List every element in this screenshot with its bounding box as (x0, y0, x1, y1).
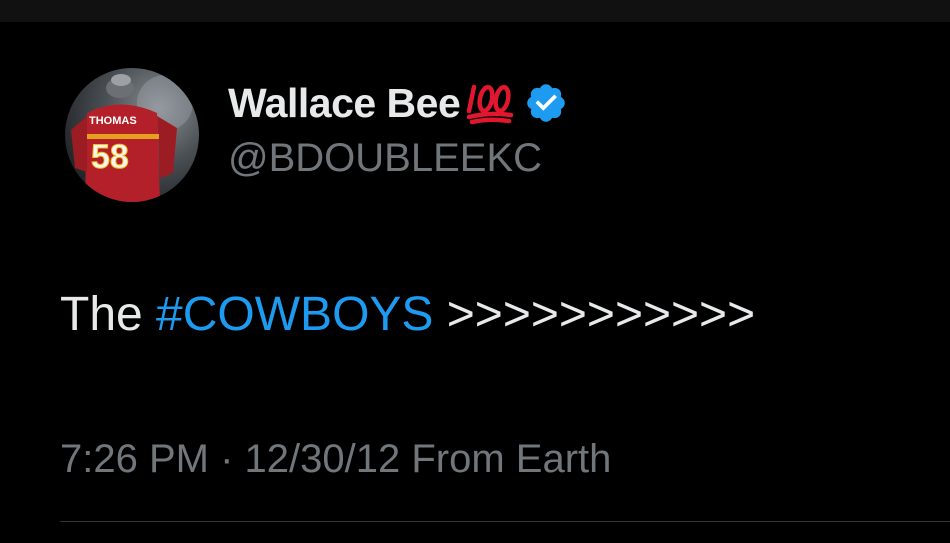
verified-badge-icon[interactable] (524, 81, 568, 125)
tweet-text-suffix: >>>>>>>>>>> (433, 288, 756, 341)
avatar[interactable]: THOMAS 58 (65, 68, 199, 202)
hundred-points-emoji-icon (467, 84, 514, 125)
meta-separator: · (208, 437, 245, 481)
tweet-time[interactable]: 7:26 PM (60, 437, 209, 481)
avatar-image: THOMAS 58 (71, 74, 193, 202)
hashtag-link[interactable]: #COWBOYS (156, 288, 433, 341)
tweet-meta: 7:26 PM · 12/30/12 From Earth (60, 434, 611, 484)
author-handle[interactable]: @BDOUBLEEKC (228, 136, 542, 181)
display-name[interactable]: Wallace Bee (228, 80, 461, 127)
tweet-text: The #COWBOYS >>>>>>>>>>> (60, 285, 755, 345)
tweet-text-prefix: The (60, 288, 157, 341)
jersey-name: THOMAS (89, 115, 137, 127)
tweet-source: From Earth (400, 437, 612, 481)
tweet-date[interactable]: 12/30/12 (245, 437, 401, 481)
top-strip (0, 0, 950, 22)
jersey-number: 58 (91, 138, 129, 176)
author-name-row[interactable]: Wallace Bee (228, 76, 568, 130)
divider (60, 521, 950, 522)
